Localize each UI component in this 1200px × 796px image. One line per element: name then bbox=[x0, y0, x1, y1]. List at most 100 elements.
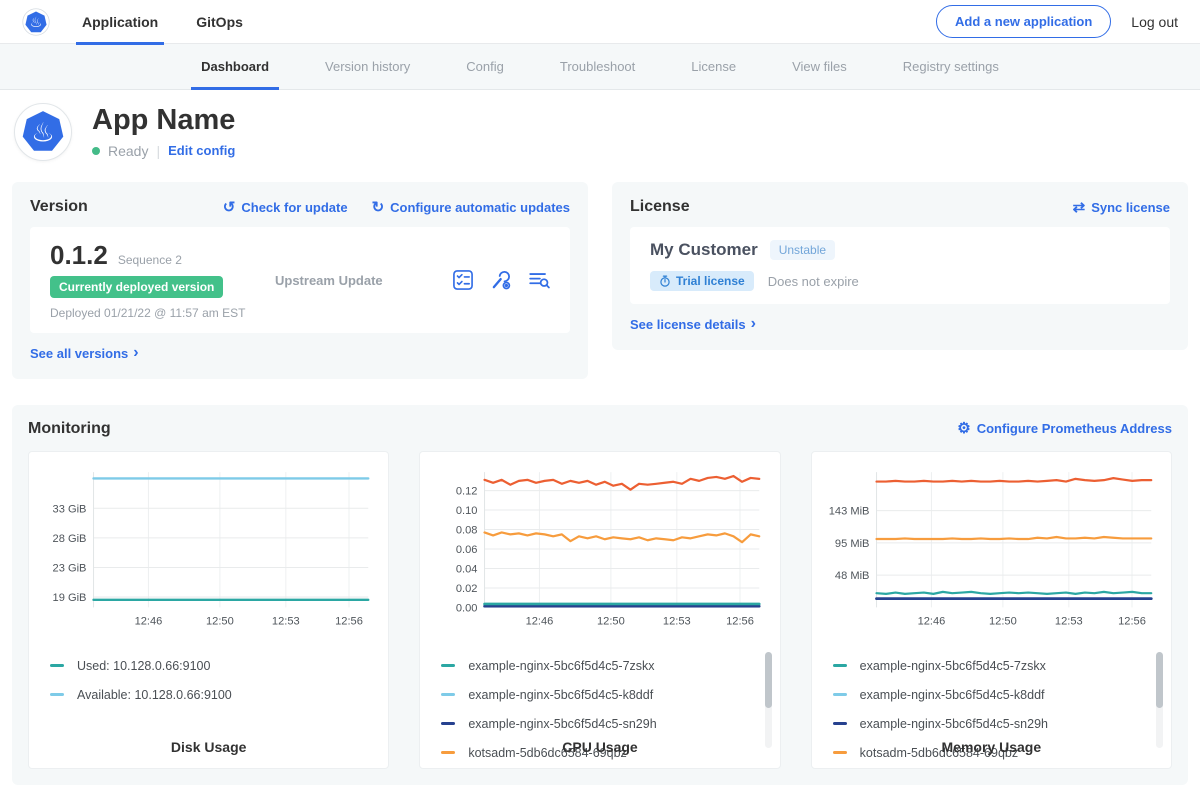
add-application-button[interactable]: Add a new application bbox=[936, 5, 1111, 38]
legend-swatch bbox=[50, 693, 64, 696]
svg-text:12:46: 12:46 bbox=[917, 615, 945, 627]
legend-scrollbar[interactable] bbox=[1156, 652, 1163, 748]
legend-item: example-nginx-5bc6f5d4c5-sn29h bbox=[824, 709, 1159, 738]
legend-swatch bbox=[833, 693, 847, 696]
see-all-versions-label: See all versions bbox=[30, 346, 128, 361]
subtab-dashboard[interactable]: Dashboard bbox=[173, 44, 297, 89]
legend-label: example-nginx-5bc6f5d4c5-7zskx bbox=[860, 659, 1046, 673]
configure-auto-updates-link[interactable]: ↻ Configure automatic updates bbox=[372, 200, 570, 215]
stopwatch-icon bbox=[659, 275, 671, 287]
legend-swatch bbox=[441, 664, 455, 667]
refresh-icon: ↺ bbox=[223, 200, 236, 215]
svg-text:0.00: 0.00 bbox=[456, 602, 478, 614]
deployed-timestamp: Deployed 01/21/22 @ 11:57 am EST bbox=[50, 306, 275, 320]
svg-text:0.06: 0.06 bbox=[456, 544, 478, 556]
license-type-label: Trial license bbox=[676, 274, 745, 288]
see-license-details-label: See license details bbox=[630, 317, 746, 332]
version-card-title: Version bbox=[30, 198, 88, 216]
sequence-label: Sequence 2 bbox=[118, 253, 182, 267]
svg-text:143 MiB: 143 MiB bbox=[828, 505, 869, 517]
svg-text:95 MiB: 95 MiB bbox=[835, 537, 870, 549]
subtab-troubleshoot[interactable]: Troubleshoot bbox=[532, 44, 663, 89]
svg-text:12:50: 12:50 bbox=[597, 615, 625, 627]
legend-label: example-nginx-5bc6f5d4c5-k8ddf bbox=[468, 688, 653, 702]
svg-text:28 GiB: 28 GiB bbox=[53, 532, 87, 544]
deployed-badge: Currently deployed version bbox=[50, 276, 223, 298]
chevron-right-icon: › bbox=[751, 316, 756, 332]
legend-label: example-nginx-5bc6f5d4c5-7zskx bbox=[468, 659, 654, 673]
chart-card: 12:4612:5012:5312:5648 MiB95 MiB143 MiB … bbox=[811, 451, 1172, 769]
preflight-checks-icon[interactable] bbox=[452, 269, 474, 291]
legend-scrollbar[interactable] bbox=[765, 652, 772, 748]
charts-row: 12:4612:5012:5312:5619 GiB23 GiB28 GiB33… bbox=[28, 451, 1172, 769]
wrench-config-icon[interactable] bbox=[490, 269, 512, 291]
auto-update-clock-icon: ↻ bbox=[372, 200, 385, 215]
legend-label: example-nginx-5bc6f5d4c5-sn29h bbox=[468, 717, 656, 731]
svg-text:12:50: 12:50 bbox=[989, 615, 1017, 627]
chart-title: Memory Usage bbox=[812, 739, 1171, 755]
chevron-right-icon: › bbox=[133, 345, 138, 361]
tab-gitops[interactable]: GitOps bbox=[192, 0, 247, 44]
legend-swatch bbox=[441, 722, 455, 725]
license-type-badge: Trial license bbox=[650, 271, 754, 291]
svg-text:33 GiB: 33 GiB bbox=[53, 503, 87, 515]
license-card: License ⇄ Sync license My Customer Unsta… bbox=[612, 182, 1188, 350]
legend-item: example-nginx-5bc6f5d4c5-k8ddf bbox=[432, 680, 767, 709]
status-dot bbox=[92, 147, 100, 155]
subtab-version-history[interactable]: Version history bbox=[297, 44, 438, 89]
check-for-update-label: Check for update bbox=[241, 200, 347, 215]
legend-label: Available: 10.128.0.66:9100 bbox=[77, 688, 232, 702]
app-sub-nav: Dashboard Version history Config Trouble… bbox=[0, 44, 1200, 90]
legend-swatch bbox=[833, 722, 847, 725]
svg-text:12:46: 12:46 bbox=[526, 615, 554, 627]
legend-scrollbar-thumb[interactable] bbox=[1156, 652, 1163, 708]
legend-item: Used: 10.128.0.66:9100 bbox=[41, 651, 376, 680]
customer-name: My Customer bbox=[650, 240, 758, 260]
svg-text:0.04: 0.04 bbox=[456, 563, 478, 575]
subtab-view-files[interactable]: View files bbox=[764, 44, 875, 89]
svg-text:0.12: 0.12 bbox=[456, 485, 478, 497]
legend-scrollbar-thumb[interactable] bbox=[765, 652, 772, 708]
legend-item: example-nginx-5bc6f5d4c5-k8ddf bbox=[824, 680, 1159, 709]
svg-text:0.10: 0.10 bbox=[456, 505, 478, 517]
monitoring-title: Monitoring bbox=[28, 420, 111, 438]
tab-application[interactable]: Application bbox=[78, 0, 162, 44]
edit-config-link[interactable]: Edit config bbox=[168, 143, 235, 158]
subtab-registry-settings[interactable]: Registry settings bbox=[875, 44, 1027, 89]
svg-text:12:53: 12:53 bbox=[272, 615, 300, 627]
license-card-title: License bbox=[630, 198, 690, 216]
svg-text:12:56: 12:56 bbox=[726, 615, 754, 627]
sync-license-link[interactable]: ⇄ Sync license bbox=[1073, 200, 1170, 215]
svg-text:12:53: 12:53 bbox=[663, 615, 691, 627]
kubernetes-logo-icon[interactable]: ♨ bbox=[22, 8, 50, 36]
legend-swatch bbox=[833, 664, 847, 667]
configure-prometheus-label: Configure Prometheus Address bbox=[977, 421, 1172, 436]
check-for-update-link[interactable]: ↺ Check for update bbox=[223, 200, 348, 215]
current-version-row: 0.1.2 Sequence 2 Currently deployed vers… bbox=[30, 227, 570, 333]
status-label: Ready bbox=[108, 143, 148, 159]
see-license-details-link[interactable]: See license details › bbox=[630, 316, 756, 332]
view-diff-log-icon[interactable] bbox=[528, 269, 550, 291]
svg-text:♨: ♨ bbox=[31, 117, 55, 147]
license-expiry-text: Does not expire bbox=[768, 274, 859, 289]
legend-swatch bbox=[441, 693, 455, 696]
svg-text:23 GiB: 23 GiB bbox=[53, 562, 87, 574]
version-card: Version ↺ Check for update ↻ Configure a… bbox=[12, 182, 588, 379]
svg-text:12:56: 12:56 bbox=[1118, 615, 1146, 627]
page-title: App Name bbox=[92, 105, 235, 135]
see-all-versions-link[interactable]: See all versions › bbox=[30, 345, 139, 361]
app-header: ♨ App Name Ready | Edit config bbox=[0, 90, 1200, 176]
channel-badge: Unstable bbox=[770, 240, 835, 260]
chart-title: CPU Usage bbox=[420, 739, 779, 755]
gear-icon: ⚙ bbox=[957, 421, 970, 436]
subtab-config[interactable]: Config bbox=[438, 44, 532, 89]
monitoring-section: Monitoring ⚙ Configure Prometheus Addres… bbox=[12, 405, 1188, 785]
logout-button[interactable]: Log out bbox=[1131, 14, 1178, 30]
legend-label: example-nginx-5bc6f5d4c5-sn29h bbox=[860, 717, 1048, 731]
legend-item: example-nginx-5bc6f5d4c5-sn29h bbox=[432, 709, 767, 738]
chart-title: Disk Usage bbox=[29, 739, 388, 755]
license-summary: My Customer Unstable Trial license Does … bbox=[630, 227, 1170, 304]
configure-prometheus-link[interactable]: ⚙ Configure Prometheus Address bbox=[957, 421, 1172, 436]
svg-text:48 MiB: 48 MiB bbox=[835, 570, 870, 582]
subtab-license[interactable]: License bbox=[663, 44, 764, 89]
